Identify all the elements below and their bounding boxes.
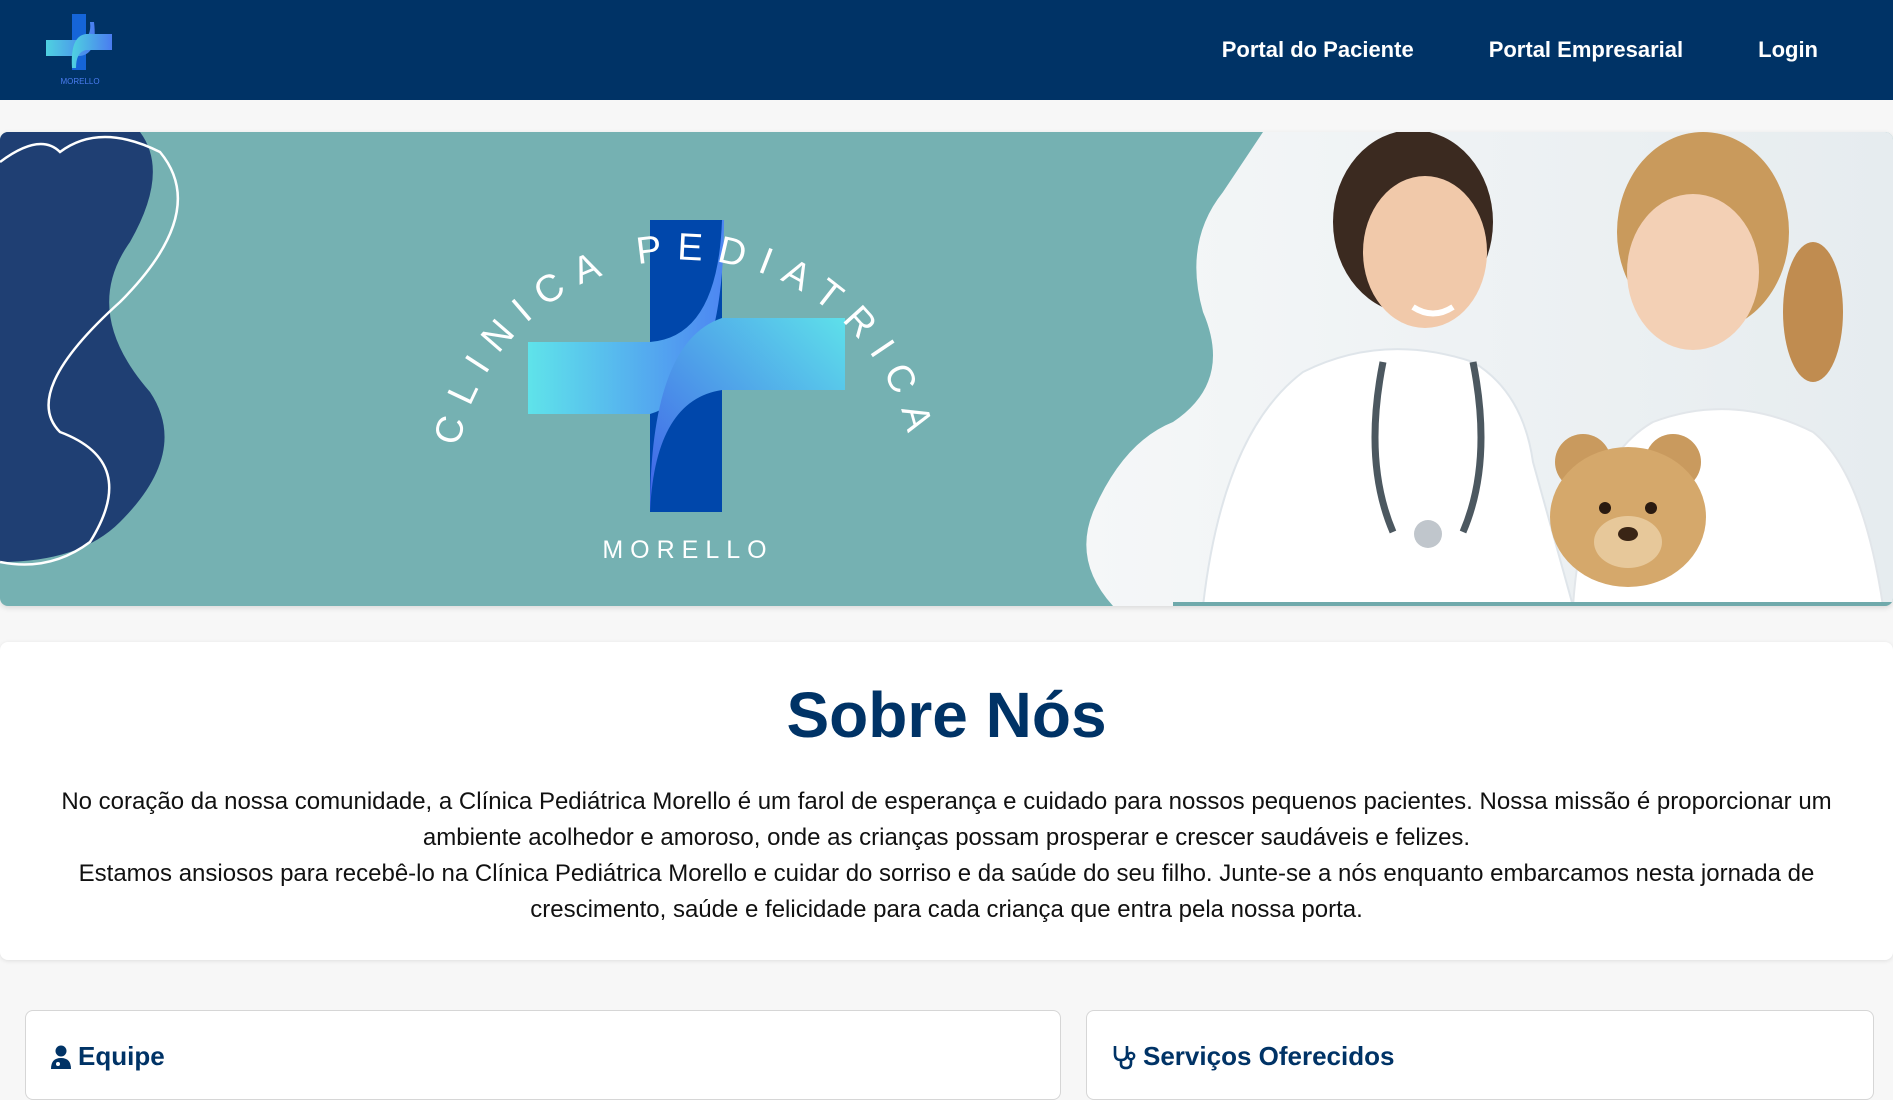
doctor-with-child-photo [1086,132,1893,606]
nav-link-business-portal[interactable]: Portal Empresarial [1489,37,1683,63]
team-card-label: Equipe [78,1041,165,1071]
team-card: Equipe [25,1010,1061,1100]
services-card: Serviços Oferecidos [1086,1010,1874,1100]
stethoscope-icon [1113,1045,1136,1069]
user-doctor-icon [51,1045,71,1069]
cross-logo-icon: MORELLO [46,14,112,86]
hero-banner: CLINICA PEDIATRICA MORELLO [0,132,1893,606]
brand-logo[interactable]: MORELLO [40,10,120,90]
about-paragraph-1: No coração da nossa comunidade, a Clínic… [61,788,1832,852]
services-card-label: Serviços Oferecidos [1143,1041,1395,1071]
nav-link-patient-portal[interactable]: Portal do Paciente [1222,37,1414,63]
about-section: Sobre Nós No coração da nossa comunidade… [0,642,1893,960]
hero-brand-name: MORELLO [602,536,773,564]
about-paragraph-2: Estamos ansiosos para recebê-lo na Clíni… [78,860,1815,924]
navy-blob-shape [0,132,165,562]
nav-link-login[interactable]: Login [1758,37,1818,63]
about-title: Sobre Nós [786,679,1107,751]
navbar: MORELLO Portal do Paciente Portal Empres… [0,0,1893,100]
nav-menu: Portal do Paciente Portal Empresarial Lo… [1222,0,1818,100]
team-card-title: Equipe [50,1041,1060,1072]
services-card-title: Serviços Oferecidos [1111,1041,1873,1072]
svg-text:MORELLO: MORELLO [60,77,99,86]
